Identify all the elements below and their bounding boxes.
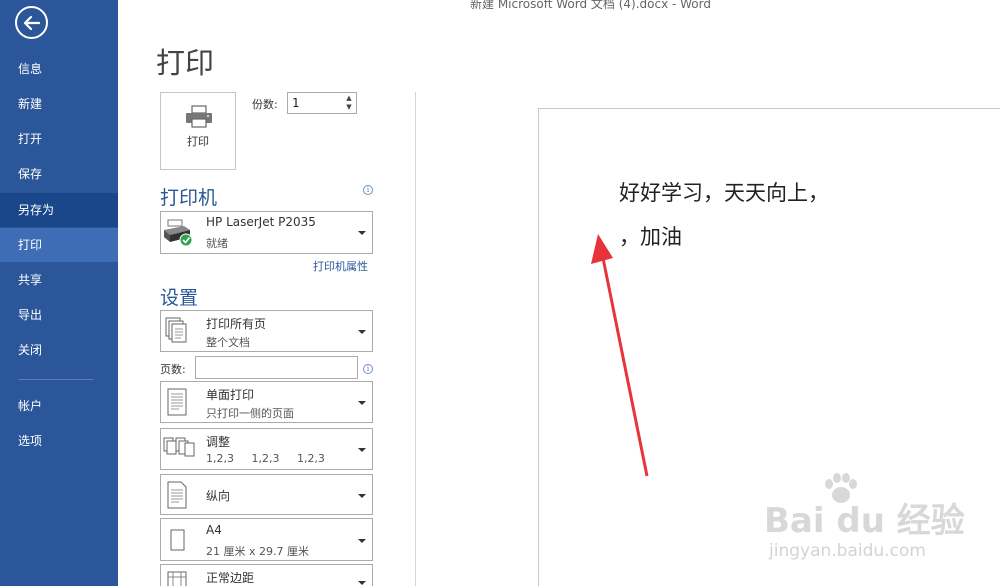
- back-arrow-icon: [23, 15, 41, 31]
- copies-value: 1: [292, 96, 300, 110]
- portrait-icon: [167, 481, 187, 509]
- collate-label: 调整: [206, 435, 231, 449]
- preview-text-line: 好好学习，天天向上，: [619, 181, 829, 205]
- chevron-down-icon: [358, 330, 366, 334]
- back-button[interactable]: [15, 6, 48, 39]
- watermark-url: jingyan.baidu.com: [769, 541, 926, 561]
- nav-divider: [18, 379, 94, 380]
- printer-name: HP LaserJet P2035: [206, 215, 316, 229]
- nav-export[interactable]: 导出: [0, 298, 118, 332]
- chevron-down-icon: [358, 231, 366, 235]
- settings-section-title: 设置: [160, 287, 199, 309]
- print-button-label: 打印: [187, 135, 209, 148]
- nav-print[interactable]: 打印: [0, 228, 118, 262]
- spin-down-icon[interactable]: ▼: [344, 103, 354, 112]
- nav-share[interactable]: 共享: [0, 263, 118, 297]
- nav-info[interactable]: 信息: [0, 52, 118, 86]
- pages-input[interactable]: [195, 356, 358, 379]
- copies-label: 份数:: [252, 98, 278, 111]
- printer-section-title: 打印机: [160, 187, 218, 209]
- margins-icon: [167, 571, 187, 586]
- paper-icon: [170, 529, 185, 551]
- printer-status: 就绪: [206, 237, 228, 250]
- spin-up-icon[interactable]: ▲: [344, 94, 354, 103]
- nav-open[interactable]: 打开: [0, 122, 118, 156]
- chevron-down-icon: [358, 494, 366, 498]
- printer-ready-icon: [164, 219, 193, 247]
- print-range-label: 打印所有页: [206, 317, 267, 331]
- nav-options[interactable]: 选项: [0, 424, 118, 458]
- nav-close[interactable]: 关闭: [0, 333, 118, 367]
- print-range-dropdown[interactable]: 打印所有页 整个文档: [160, 310, 373, 352]
- sides-label: 单面打印: [206, 388, 255, 402]
- printer-icon: [186, 105, 212, 128]
- pages-label: 页数:: [160, 363, 186, 376]
- nav-save-as[interactable]: 另存为: [0, 193, 118, 227]
- nav-account[interactable]: 帐户: [0, 389, 118, 423]
- sides-dropdown[interactable]: 单面打印 只打印一侧的页面: [160, 381, 373, 423]
- chevron-down-icon: [358, 539, 366, 543]
- margins-label: 正常边距: [206, 571, 255, 585]
- annotation-arrow: [591, 234, 649, 477]
- paper-size-desc: 21 厘米 x 29.7 厘米: [206, 545, 309, 558]
- panel-divider: [415, 92, 416, 586]
- printer-properties-link[interactable]: 打印机属性: [313, 258, 368, 274]
- copies-stepper[interactable]: 1 ▲ ▼: [287, 92, 357, 114]
- sides-desc: 只打印一侧的页面: [206, 407, 294, 420]
- collate-desc: 1,2,3 1,2,3 1,2,3: [206, 452, 325, 465]
- nav-new[interactable]: 新建: [0, 87, 118, 121]
- print-range-desc: 整个文档: [206, 336, 250, 349]
- paper-size-label: A4: [206, 523, 222, 537]
- chevron-down-icon: [358, 401, 366, 405]
- watermark-logo: Bai du 经验: [764, 501, 965, 541]
- chevron-down-icon: [358, 581, 366, 585]
- page-title: 打印: [156, 46, 215, 80]
- paper-size-dropdown[interactable]: A4 21 厘米 x 29.7 厘米: [160, 518, 373, 561]
- backstage-sidebar: 信息 新建 打开 保存 另存为 打印 共享 导出 关闭 帐户 选项: [0, 0, 118, 586]
- collate-icon: [163, 437, 195, 457]
- window-title: 新建 Microsoft Word 文档 (4).docx - Word: [470, 0, 711, 11]
- chevron-down-icon: [358, 448, 366, 452]
- print-button[interactable]: 打印: [160, 92, 236, 170]
- printer-dropdown[interactable]: HP LaserJet P2035 就绪: [160, 211, 373, 254]
- margins-dropdown[interactable]: 正常边距: [160, 564, 373, 586]
- collate-dropdown[interactable]: 调整 1,2,3 1,2,3 1,2,3: [160, 428, 373, 470]
- orientation-dropdown[interactable]: 纵向: [160, 474, 373, 515]
- info-icon[interactable]: i: [363, 185, 373, 195]
- single-sided-icon: [167, 388, 187, 416]
- orientation-label: 纵向: [206, 489, 231, 503]
- info-icon[interactable]: i: [363, 364, 373, 374]
- nav-save[interactable]: 保存: [0, 157, 118, 191]
- pages-stack-icon: [165, 317, 187, 343]
